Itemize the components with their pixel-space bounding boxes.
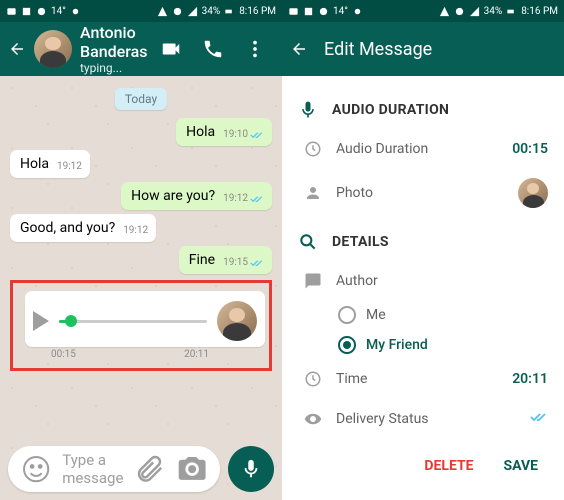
chat-icon xyxy=(304,272,322,290)
row-author: Author xyxy=(298,262,548,300)
status-bar: 14° 34% 8:16 PM xyxy=(282,0,564,22)
save-button[interactable]: SAVE xyxy=(504,458,539,474)
input-bar: Type a message xyxy=(8,446,274,492)
typing-indicator: typing... xyxy=(80,61,152,75)
voice-message-highlight: 00:15 20:11 xyxy=(10,280,272,371)
message-in[interactable]: Good, and you?19:12 xyxy=(10,214,272,242)
play-icon[interactable] xyxy=(33,311,49,331)
voice-total: 20:11 xyxy=(184,349,209,360)
radio-friend[interactable]: My Friend xyxy=(338,330,548,360)
message-out[interactable]: Hola19:10 xyxy=(10,118,272,146)
attach-icon[interactable] xyxy=(133,453,165,485)
input-placeholder: Type a message xyxy=(62,451,123,487)
row-photo[interactable]: Photo xyxy=(298,168,548,218)
message-in[interactable]: Hola19:12 xyxy=(10,150,272,178)
edit-message-screen: 14° 34% 8:16 PM Edit Message AUDIO DURAT… xyxy=(282,0,564,500)
edit-panel: AUDIO DURATION Audio Duration 00:15 Phot… xyxy=(282,76,564,500)
menu-icon[interactable] xyxy=(244,38,266,60)
delete-button[interactable]: DELETE xyxy=(424,458,473,474)
row-audio-duration[interactable]: Audio Duration 00:15 xyxy=(298,130,548,168)
mic-icon xyxy=(298,100,318,120)
author-options: Me My Friend xyxy=(298,300,548,360)
contact-info[interactable]: Antonio Banderas typing... xyxy=(80,23,152,75)
whatsapp-chat-screen: 14° 34% 8:16 PM Antonio Banderas typing.… xyxy=(0,0,282,500)
chat-area: Today Hola19:10 Hola19:12 How are you?19… xyxy=(0,76,282,500)
back-icon[interactable] xyxy=(8,40,26,58)
message-out[interactable]: How are you?19:12 xyxy=(10,182,272,210)
message-out[interactable]: Fine19:15 xyxy=(10,246,272,274)
date-pill: Today xyxy=(115,88,167,110)
row-time[interactable]: Time 20:11 xyxy=(298,360,548,398)
voice-elapsed: 00:15 xyxy=(51,349,76,360)
status-bar: 14° 34% 8:16 PM xyxy=(0,0,282,22)
edit-title: Edit Message xyxy=(324,39,432,60)
edit-footer: DELETE SAVE xyxy=(298,440,548,484)
contact-avatar[interactable] xyxy=(34,30,72,68)
mic-button[interactable] xyxy=(228,446,274,492)
voice-call-icon[interactable] xyxy=(202,38,224,60)
camera-icon[interactable] xyxy=(176,453,208,485)
chat-header: Antonio Banderas typing... xyxy=(0,22,282,76)
voice-sender-avatar xyxy=(217,301,257,341)
clock-icon xyxy=(304,370,322,388)
clock-icon xyxy=(304,140,322,158)
emoji-icon[interactable] xyxy=(20,453,52,485)
message-input[interactable]: Type a message xyxy=(8,446,220,492)
person-icon xyxy=(304,184,322,202)
search-icon xyxy=(298,232,318,252)
eye-icon xyxy=(304,410,322,428)
contact-name: Antonio Banderas xyxy=(80,23,152,61)
video-call-icon[interactable] xyxy=(160,38,182,60)
voice-message[interactable] xyxy=(25,291,265,347)
voice-seek-bar[interactable] xyxy=(59,320,207,323)
radio-me[interactable]: Me xyxy=(338,300,548,330)
section-details: DETAILS xyxy=(298,232,548,252)
section-audio: AUDIO DURATION xyxy=(298,100,548,120)
back-icon[interactable] xyxy=(290,40,308,58)
photo-avatar xyxy=(518,178,548,208)
row-delivery[interactable]: Delivery Status xyxy=(298,398,548,440)
edit-header: Edit Message xyxy=(282,22,564,76)
